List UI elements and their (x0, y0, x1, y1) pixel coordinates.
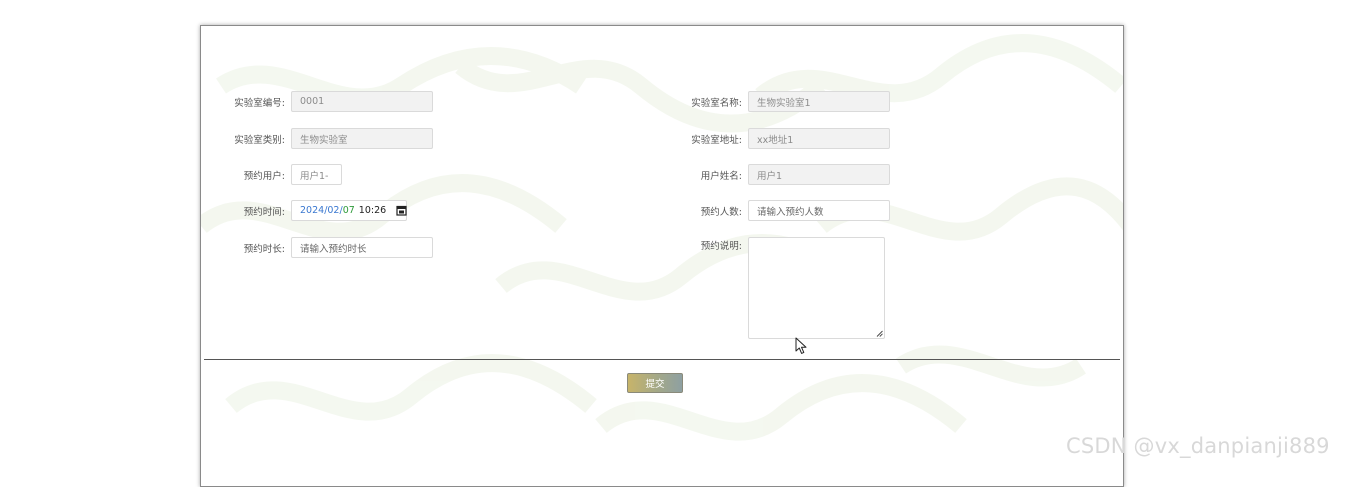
booking-count-input[interactable]: 请输入预约人数 (748, 200, 890, 221)
date-month: 02 (327, 205, 340, 216)
lab-number-input[interactable]: 0001 (291, 91, 433, 112)
lab-name-field: 实验室名称: 生物实验室1 (661, 91, 890, 112)
booking-time-input[interactable]: 2024/02/07 10:26 (291, 200, 407, 221)
mouse-pointer-icon (795, 337, 807, 354)
user-name-field: 用户姓名: 用户1 (661, 164, 890, 185)
booking-user-field: 预约用户: 用户1- (205, 164, 342, 185)
booking-note-field: 预约说明: (661, 237, 885, 339)
booking-duration-label: 预约时长: (243, 243, 285, 255)
lab-name-input[interactable]: 生物实验室1 (748, 91, 890, 112)
date-time: 10:26 (358, 205, 387, 216)
submit-button[interactable]: 提交 (627, 373, 683, 393)
date-year: 2024 (300, 205, 325, 216)
booking-count-field: 预约人数: 请输入预约人数 (661, 200, 890, 221)
booking-user-input[interactable]: 用户1- (291, 164, 342, 185)
booking-time-label: 预约时间: (243, 206, 285, 218)
booking-user-label: 预约用户: (243, 170, 285, 182)
booking-note-textarea[interactable] (748, 237, 885, 339)
lab-address-field: 实验室地址: xx地址1 (661, 128, 890, 149)
resize-handle-icon[interactable] (876, 330, 883, 337)
booking-note-label: 预约说明: (700, 241, 742, 252)
user-name-input[interactable]: 用户1 (748, 164, 890, 185)
calendar-icon[interactable] (396, 203, 407, 218)
date-day: 07 (342, 205, 355, 216)
booking-form-panel: 实验室编号: 0001 实验室名称: 生物实验室1 实验室类别: 生物实验室 实… (200, 25, 1124, 487)
booking-count-label: 预约人数: (700, 206, 742, 218)
lab-number-label: 实验室编号: (234, 97, 285, 109)
form-divider (204, 359, 1120, 360)
lab-category-label: 实验室类别: (234, 134, 285, 146)
lab-address-input[interactable]: xx地址1 (748, 128, 890, 149)
lab-number-field: 实验室编号: 0001 (205, 91, 433, 112)
booking-duration-field: 预约时长: 请输入预约时长 (205, 237, 433, 258)
user-name-label: 用户姓名: (700, 170, 742, 182)
booking-duration-input[interactable]: 请输入预约时长 (291, 237, 433, 258)
booking-time-field: 预约时间: 2024/02/07 10:26 (205, 200, 407, 221)
lab-name-label: 实验室名称: (691, 97, 742, 109)
lab-address-label: 实验室地址: (691, 134, 742, 146)
lab-category-field: 实验室类别: 生物实验室 (205, 128, 433, 149)
watermark-text: CSDN @vx_danpianji889 (1066, 434, 1330, 458)
lab-category-input[interactable]: 生物实验室 (291, 128, 433, 149)
